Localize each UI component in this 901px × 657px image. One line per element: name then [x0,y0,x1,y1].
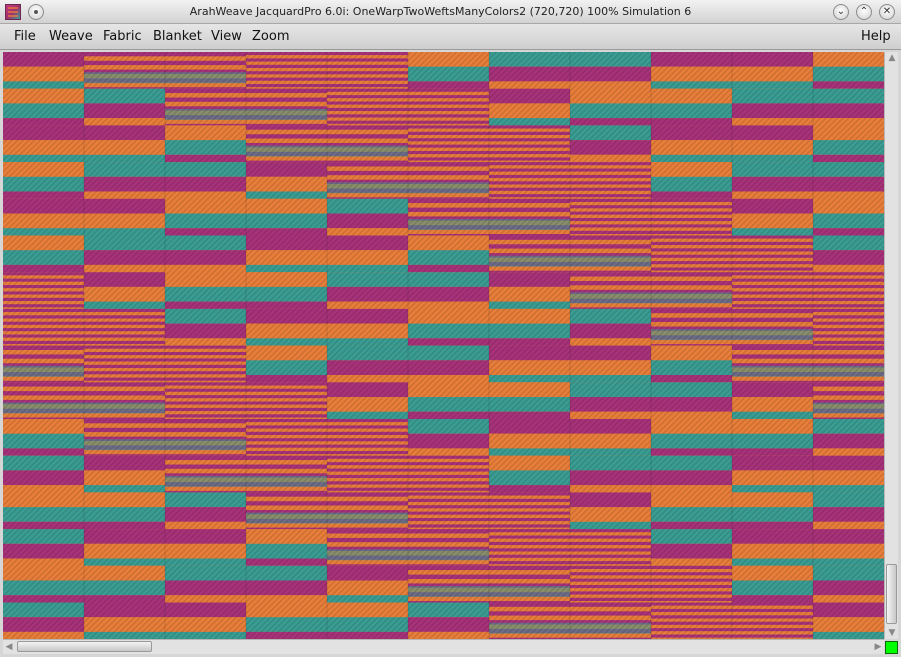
scroll-left-arrow-icon[interactable]: ◀ [3,641,15,653]
app-icon[interactable] [5,4,21,20]
menu-view[interactable]: View [211,29,242,44]
minimize-button[interactable]: ⌄ [833,4,849,20]
maximize-button[interactable]: ⌃ [856,4,872,20]
menu-weave[interactable]: Weave [49,29,93,44]
horizontal-scrollbar[interactable]: ◀ ▶ [3,639,884,654]
menu-zoom[interactable]: Zoom [252,29,289,44]
window-menu-button[interactable] [28,4,44,20]
menu-help[interactable]: Help [861,29,891,44]
scroll-down-arrow-icon[interactable]: ▼ [886,627,898,639]
menu-blanket[interactable]: Blanket [153,29,202,44]
menu-fabric[interactable]: Fabric [103,29,142,44]
fabric-twill-texture [3,52,884,639]
status-indicator [885,641,898,654]
scroll-up-arrow-icon[interactable]: ▲ [886,52,898,64]
fabric-simulation-canvas[interactable] [3,52,884,639]
horizontal-scroll-thumb[interactable] [17,641,152,652]
window-title: ArahWeave JacquardPro 6.0i: OneWarpTwoWe… [189,5,692,18]
scroll-right-arrow-icon[interactable]: ▶ [872,641,884,653]
vertical-scrollbar[interactable]: ▲ ▼ [884,52,898,639]
menu-file[interactable]: File [14,29,36,44]
menubar: File Weave Fabric Blanket View Zoom Help [0,24,901,50]
vertical-scroll-thumb[interactable] [886,564,897,624]
close-button[interactable]: ✕ [879,4,895,20]
window-titlebar: ArahWeave JacquardPro 6.0i: OneWarpTwoWe… [0,0,901,24]
